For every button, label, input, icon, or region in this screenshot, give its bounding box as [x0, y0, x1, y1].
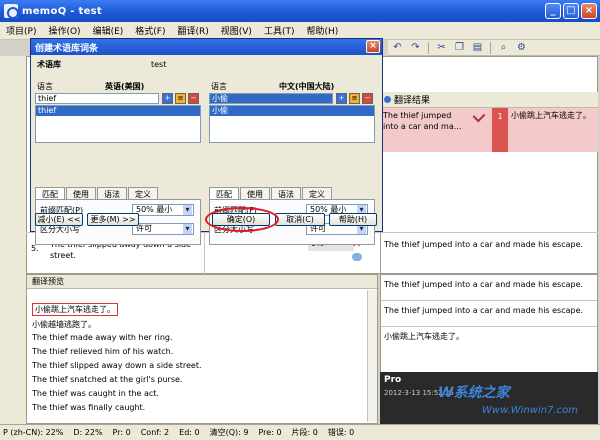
dialog-title: 创建术语库词条 — [31, 39, 382, 55]
segment-target: The thief jumped into a car and made his… — [384, 240, 584, 249]
result-target: 小偷跳上汽车逃走了。 — [508, 108, 598, 152]
preview-line: The thief was caught in the act. — [32, 389, 159, 398]
source-term-input[interactable]: thief — [35, 93, 159, 104]
status-ed: Ed: 0 — [179, 428, 200, 437]
preview-scrollbar[interactable] — [367, 290, 377, 422]
settings-icon[interactable]: ⚙ — [516, 42, 527, 53]
language-label: 语言 — [37, 82, 53, 91]
watermark-logo: W系统之家 — [438, 385, 510, 401]
source-term-list[interactable]: thief — [35, 105, 201, 143]
find-icon[interactable]: ⌕ — [498, 42, 509, 53]
help-button[interactable]: 帮助(H) — [329, 213, 377, 226]
target-term-list[interactable]: 小偷 — [209, 105, 375, 143]
language-name: 中文(中国大陆) — [279, 82, 335, 91]
translation-result-row[interactable]: The thief jumped into a car and ma... 1 … — [380, 108, 598, 152]
segment-number: 5. — [31, 244, 39, 253]
source-language-pane: 语言 英语(美国) thief + ≡ − thief 匹配 使用 语法 定义 … — [35, 79, 203, 245]
menu-view[interactable]: 视图(V) — [221, 24, 252, 37]
menu-project[interactable]: 项目(P) — [6, 24, 36, 37]
window-title: memoQ - test — [22, 5, 103, 17]
ok-highlight-circle — [205, 207, 279, 232]
check-icon — [472, 109, 486, 123]
language-name: 英语(美国) — [105, 82, 145, 91]
result-source: The thief jumped into a car and ma... — [380, 108, 466, 152]
cut-icon[interactable]: ✂ — [436, 42, 447, 53]
preview-header: 翻译预览 — [27, 275, 377, 289]
add-term-icon[interactable]: + — [162, 93, 173, 104]
translation-results-title: 翻译结果 — [394, 96, 431, 106]
preview-line: The thief snatched at the girl's purse. — [32, 375, 183, 384]
menu-format[interactable]: 格式(F) — [135, 24, 165, 37]
grid-gutter — [0, 56, 26, 274]
column-divider — [380, 233, 381, 275]
comment-icon[interactable] — [352, 253, 362, 261]
memoq-app-icon — [4, 4, 19, 19]
translation-results-header: 翻译结果 — [380, 92, 598, 108]
menu-operation[interactable]: 操作(O) — [48, 24, 80, 37]
window-titlebar: memoQ - test _ □ × — [0, 0, 600, 22]
watermark-url: Www.Winwin7.com — [482, 405, 578, 416]
minimize-button[interactable]: _ — [545, 3, 561, 19]
result-block: The thief jumped into a car and made his… — [381, 275, 597, 301]
status-segments: 片段: 0 — [291, 428, 318, 437]
list-item[interactable]: 小偷 — [210, 106, 374, 116]
copy-icon[interactable]: ❐ — [454, 42, 465, 53]
status-errors: 错误: 0 — [327, 428, 355, 437]
preview-line: The thief relieved him of his watch. — [32, 347, 174, 356]
prefix-match-select[interactable]: 50% 最小 — [132, 204, 194, 216]
remove-term-icon[interactable]: − — [188, 93, 199, 104]
status-d: D: 22% — [73, 428, 103, 437]
language-label: 语言 — [211, 82, 227, 91]
target-term-input[interactable]: 小偷 — [209, 93, 333, 104]
cancel-button[interactable]: 取消(C) — [275, 213, 325, 226]
edit-term-icon[interactable]: ≡ — [175, 93, 186, 104]
preview-line: The thief was finally caught. — [32, 403, 146, 412]
target-language-pane: 语言 中文(中国大陆) 小偷 + ≡ − 小偷 匹配 使用 语法 定义 前缀匹配… — [209, 79, 377, 245]
preview-line: The thief made away with her ring. — [32, 333, 173, 342]
status-pre: Pre: 0 — [258, 428, 282, 437]
edit-term-icon[interactable]: ≡ — [349, 93, 360, 104]
translation-preview-pane: 翻译预览 小偷跳上汽车逃走了。 小偷越墙逃跑了。 The thief made … — [26, 274, 378, 424]
pro-label: Pro — [384, 375, 402, 385]
less-button[interactable]: 减小(E) << — [35, 213, 83, 226]
redo-icon[interactable]: ↷ — [410, 42, 421, 53]
case-sensitive-select[interactable]: 许可 — [132, 223, 194, 235]
paste-icon[interactable]: ▤ — [472, 42, 483, 53]
column-divider — [204, 233, 205, 275]
menu-translate[interactable]: 翻译(R) — [177, 24, 208, 37]
undo-icon[interactable]: ↶ — [392, 42, 403, 53]
termbase-value: test — [151, 60, 167, 69]
menu-help[interactable]: 帮助(H) — [306, 24, 338, 37]
remove-term-icon[interactable]: − — [362, 93, 373, 104]
preview-line: The thief slipped away down a side stree… — [32, 361, 202, 370]
status-pr: Pr: 0 — [112, 428, 131, 437]
toolbar: ↶ ↷ ✂ ❐ ▤ ⌕ ⚙ — [388, 40, 600, 56]
result-block: 小偷跳上汽车逃走了。 — [384, 332, 464, 341]
status-progress: P (zh-CN): 22% — [3, 428, 64, 437]
create-term-dialog: 创建术语库词条 × 术语库 test 语言 英语(美国) thief + ≡ −… — [30, 38, 383, 245]
maximize-button[interactable]: □ — [563, 3, 579, 19]
result-block: The thief jumped into a car and made his… — [381, 301, 597, 327]
result-index: 1 — [492, 108, 508, 152]
left-strip — [0, 274, 26, 424]
more-button[interactable]: 更多(M) >> — [87, 213, 139, 226]
status-clear: 清空(Q): 9 — [209, 428, 249, 437]
toolbar-separator — [428, 41, 429, 54]
termbase-label: 术语库 — [37, 60, 61, 69]
status-bar: P (zh-CN): 22% D: 22% Pr: 0 Conf: 2 Ed: … — [0, 424, 600, 440]
results-bullet-icon — [384, 96, 391, 103]
result-check — [466, 108, 492, 152]
close-window-button[interactable]: × — [581, 3, 597, 19]
menu-tools[interactable]: 工具(T) — [264, 24, 295, 37]
toolbar-separator — [490, 41, 491, 54]
preview-line: 小偷跳上汽车逃走了。 — [32, 303, 118, 316]
add-term-icon[interactable]: + — [336, 93, 347, 104]
menu-edit[interactable]: 编辑(E) — [93, 24, 124, 37]
preview-line: 小偷越墙逃跑了。 — [32, 320, 96, 329]
dialog-close-button[interactable]: × — [366, 40, 380, 53]
status-conf: Conf: 2 — [140, 428, 170, 437]
list-item[interactable]: thief — [36, 106, 200, 116]
